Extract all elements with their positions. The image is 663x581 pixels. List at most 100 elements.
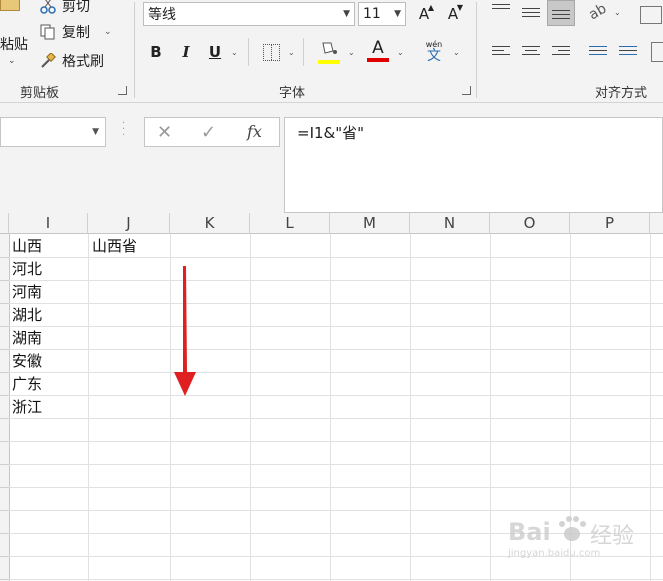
column-header-j[interactable]: J bbox=[88, 213, 170, 234]
fill-color-button[interactable] bbox=[318, 40, 340, 64]
column-header-p[interactable]: P bbox=[570, 213, 650, 234]
increase-indent-icon[interactable] bbox=[619, 46, 637, 60]
decrease-indent-icon[interactable] bbox=[589, 46, 607, 60]
cell-i2[interactable]: 河北 bbox=[12, 258, 42, 281]
align-center-icon[interactable] bbox=[522, 46, 540, 60]
row-header-divider bbox=[0, 372, 9, 373]
font-name-combo[interactable]: 等线 ▼ bbox=[143, 2, 355, 26]
formula-input[interactable]: =I1&"省" bbox=[284, 117, 663, 213]
column-header-m[interactable]: M bbox=[330, 213, 410, 234]
paste-button[interactable]: 粘贴 bbox=[0, 34, 28, 54]
cancel-icon[interactable]: ✕ bbox=[157, 122, 172, 143]
row-gridline bbox=[9, 326, 663, 327]
row-header-divider bbox=[0, 280, 9, 281]
row-headers[interactable] bbox=[0, 234, 10, 581]
formula-bar: ▼ · · · ✕ ✓ fx =I1&"省" bbox=[0, 103, 663, 213]
copy-icon bbox=[40, 24, 56, 40]
cell-j1[interactable]: 山西省 bbox=[92, 235, 137, 258]
row-gridline bbox=[9, 372, 663, 373]
wrap-text-icon[interactable] bbox=[640, 6, 662, 24]
underline-chevron-icon[interactable]: ⌄ bbox=[231, 48, 238, 57]
name-box[interactable]: ▼ bbox=[0, 117, 106, 147]
align-right-icon[interactable] bbox=[552, 46, 570, 60]
watermark-brand: Bai bbox=[508, 518, 551, 546]
name-box-chevron-icon[interactable]: ▼ bbox=[92, 127, 99, 137]
phonetic-icon: 文 bbox=[427, 48, 441, 64]
copy-dropdown-chevron-icon[interactable]: ⌄ bbox=[104, 27, 112, 37]
font-size-combo[interactable]: 11 ▼ bbox=[358, 2, 406, 26]
row-header-divider bbox=[0, 556, 9, 557]
row-gridline bbox=[9, 257, 663, 258]
row-header-divider bbox=[0, 418, 9, 419]
underline-button[interactable]: U bbox=[205, 41, 225, 63]
align-left-icon[interactable] bbox=[492, 46, 510, 60]
cell-i7[interactable]: 广东 bbox=[12, 373, 42, 396]
watermark-brand-cn: 经验 bbox=[590, 524, 635, 549]
alignment-group-label: 对齐方式 bbox=[595, 86, 648, 101]
orientation-chevron-icon[interactable]: ⌄ bbox=[614, 8, 621, 17]
row-header-divider bbox=[0, 441, 9, 442]
middle-align-icon[interactable] bbox=[522, 8, 540, 22]
format-painter-label: 格式刷 bbox=[62, 54, 104, 70]
shrink-font-button[interactable]: A ▼ bbox=[443, 3, 463, 25]
font-color-button[interactable]: A bbox=[367, 40, 389, 62]
row-header-divider bbox=[0, 349, 9, 350]
font-name-chevron-icon[interactable]: ▼ bbox=[343, 9, 350, 19]
top-align-icon[interactable] bbox=[492, 4, 510, 18]
baidu-watermark: Bai 经验 jingyan.baidu.com bbox=[508, 514, 658, 564]
group-divider bbox=[134, 2, 135, 98]
format-painter-button[interactable]: 格式刷 bbox=[40, 51, 104, 71]
clipboard-launcher-icon[interactable] bbox=[118, 86, 127, 95]
column-gridline bbox=[250, 234, 251, 581]
bottom-align-button[interactable] bbox=[547, 0, 575, 26]
column-header-l[interactable]: L bbox=[250, 213, 330, 234]
cut-button[interactable]: 剪切 bbox=[40, 0, 90, 16]
watermark-url: jingyan.baidu.com bbox=[508, 548, 601, 559]
phonetic-button[interactable]: wén 文 bbox=[424, 40, 444, 63]
enter-icon[interactable]: ✓ bbox=[201, 122, 216, 143]
row-gridline bbox=[9, 349, 663, 350]
formula-buttons: ✕ ✓ fx bbox=[144, 117, 280, 147]
ribbon: 粘贴 ⌄ 剪切 复制 ⌄ 格式刷 剪贴板 等线 ▼ 11 ▼ A ▲ A ▼ B I… bbox=[0, 0, 663, 103]
font-launcher-icon[interactable] bbox=[462, 86, 471, 95]
phonetic-chevron-icon[interactable]: ⌄ bbox=[453, 48, 460, 57]
column-header-o[interactable]: O bbox=[490, 213, 570, 234]
column-gridline bbox=[170, 234, 171, 581]
row-gridline bbox=[9, 303, 663, 304]
bold-button[interactable]: B bbox=[146, 41, 166, 63]
fill-color-chevron-icon[interactable]: ⌄ bbox=[348, 48, 355, 57]
select-all-corner[interactable] bbox=[0, 213, 9, 234]
row-header-divider bbox=[0, 510, 9, 511]
font-color-chevron-icon[interactable]: ⌄ bbox=[397, 48, 404, 57]
font-color-icon: A bbox=[372, 38, 384, 58]
column-header-n[interactable]: N bbox=[410, 213, 490, 234]
column-header-k[interactable]: K bbox=[170, 213, 250, 234]
paste-dropdown-chevron-icon[interactable]: ⌄ bbox=[8, 56, 16, 66]
borders-icon[interactable] bbox=[263, 44, 280, 61]
row-header-divider bbox=[0, 533, 9, 534]
row-header-divider bbox=[0, 487, 9, 488]
cell-i4[interactable]: 湖北 bbox=[12, 304, 42, 327]
merge-center-icon[interactable] bbox=[651, 42, 663, 62]
orientation-icon[interactable]: ab bbox=[586, 1, 609, 24]
insert-function-icon[interactable]: fx bbox=[247, 122, 262, 141]
paste-icon[interactable] bbox=[0, 0, 20, 11]
row-header-divider bbox=[0, 395, 9, 396]
italic-button[interactable]: I bbox=[176, 41, 196, 63]
row-gridline bbox=[9, 280, 663, 281]
cell-i1[interactable]: 山西 bbox=[12, 235, 42, 258]
grow-font-button[interactable]: A ▲ bbox=[414, 3, 434, 25]
cell-i5[interactable]: 湖南 bbox=[12, 327, 42, 350]
borders-chevron-icon[interactable]: ⌄ bbox=[288, 48, 295, 57]
column-gridline bbox=[490, 234, 491, 581]
cell-i3[interactable]: 河南 bbox=[12, 281, 42, 304]
row-gridline bbox=[9, 579, 663, 580]
shrink-caret-icon: ▼ bbox=[456, 3, 463, 12]
font-size-chevron-icon[interactable]: ▼ bbox=[394, 9, 401, 19]
copy-button[interactable]: 复制 ⌄ bbox=[40, 22, 112, 42]
column-header-i[interactable]: I bbox=[9, 213, 88, 234]
cell-i6[interactable]: 安徽 bbox=[12, 350, 42, 373]
resize-handle-icon[interactable]: · · · bbox=[122, 119, 125, 141]
bottom-align-icon bbox=[552, 10, 570, 24]
cell-i8[interactable]: 浙江 bbox=[12, 396, 42, 419]
